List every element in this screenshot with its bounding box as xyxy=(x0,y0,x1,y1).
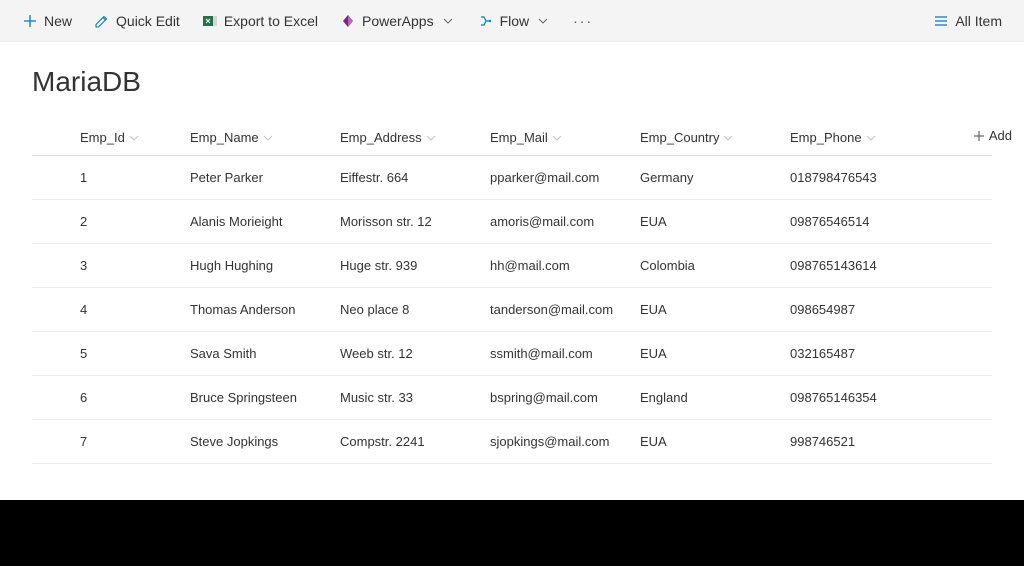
view-selector-button[interactable]: All Item xyxy=(923,7,1012,35)
chevron-down-icon xyxy=(866,133,876,143)
quick-edit-button[interactable]: Quick Edit xyxy=(84,7,190,35)
excel-icon xyxy=(202,13,218,29)
column-header-name[interactable]: Emp_Name xyxy=(190,130,273,145)
plus-icon xyxy=(22,13,38,29)
column-header-country[interactable]: Emp_Country xyxy=(640,130,733,145)
flow-button[interactable]: Flow xyxy=(468,7,562,35)
more-actions-button[interactable]: ··· xyxy=(563,7,603,35)
chevron-down-icon xyxy=(263,133,273,143)
new-label: New xyxy=(44,13,72,29)
cell-addr: Eiffestr. 664 xyxy=(332,170,482,185)
chevron-down-icon xyxy=(440,13,456,29)
column-header-mail[interactable]: Emp_Mail xyxy=(490,130,562,145)
list-icon xyxy=(933,13,949,29)
cell-name: Hugh Hughing xyxy=(182,258,332,273)
chevron-down-icon xyxy=(723,133,733,143)
cell-phone: 032165487 xyxy=(782,346,932,361)
cell-id: 6 xyxy=(32,390,182,405)
list-header: Emp_Id Emp_Name Emp_Address Emp_Mail xyxy=(32,122,992,156)
export-excel-button[interactable]: Export to Excel xyxy=(192,7,328,35)
list-body: 1Peter ParkerEiffestr. 664pparker@mail.c… xyxy=(32,156,992,464)
cell-phone: 098654987 xyxy=(782,302,932,317)
cell-addr: Morisson str. 12 xyxy=(332,214,482,229)
powerapps-button[interactable]: PowerApps xyxy=(330,7,466,35)
cell-country: England xyxy=(632,390,782,405)
add-column-button[interactable]: Add xyxy=(973,128,1012,143)
cell-name: Bruce Springsteen xyxy=(182,390,332,405)
cell-country: EUA xyxy=(632,434,782,449)
cell-id: 2 xyxy=(32,214,182,229)
column-header-address[interactable]: Emp_Address xyxy=(340,130,436,145)
plus-icon xyxy=(973,130,985,142)
table-row[interactable]: 4Thomas AndersonNeo place 8tanderson@mai… xyxy=(32,288,992,332)
cell-addr: Huge str. 939 xyxy=(332,258,482,273)
chevron-down-icon xyxy=(129,133,139,143)
cell-name: Peter Parker xyxy=(182,170,332,185)
chevron-down-icon xyxy=(552,133,562,143)
column-header-phone[interactable]: Emp_Phone xyxy=(790,130,876,145)
cell-mail: amoris@mail.com xyxy=(482,214,632,229)
cell-mail: pparker@mail.com xyxy=(482,170,632,185)
flow-label: Flow xyxy=(500,13,530,29)
cell-mail: ssmith@mail.com xyxy=(482,346,632,361)
cell-country: EUA xyxy=(632,214,782,229)
footer-area xyxy=(0,500,1024,566)
table-row[interactable]: 5Sava SmithWeeb str. 12ssmith@mail.comEU… xyxy=(32,332,992,376)
cell-mail: hh@mail.com xyxy=(482,258,632,273)
column-header-phone-label: Emp_Phone xyxy=(790,130,862,145)
cell-country: EUA xyxy=(632,302,782,317)
cell-addr: Music str. 33 xyxy=(332,390,482,405)
cell-id: 4 xyxy=(32,302,182,317)
command-bar: New Quick Edit Export to Excel PowerApps… xyxy=(0,0,1024,42)
list-view: Emp_Id Emp_Name Emp_Address Emp_Mail xyxy=(32,122,992,464)
cell-id: 5 xyxy=(32,346,182,361)
cell-phone: 018798476543 xyxy=(782,170,932,185)
cell-name: Sava Smith xyxy=(182,346,332,361)
cell-country: Germany xyxy=(632,170,782,185)
cell-phone: 09876546514 xyxy=(782,214,932,229)
chevron-down-icon xyxy=(426,133,436,143)
column-header-name-label: Emp_Name xyxy=(190,130,259,145)
flow-icon xyxy=(478,13,494,29)
column-header-country-label: Emp_Country xyxy=(640,130,719,145)
cell-country: Colombia xyxy=(632,258,782,273)
table-row[interactable]: 1Peter ParkerEiffestr. 664pparker@mail.c… xyxy=(32,156,992,200)
table-row[interactable]: 7Steve JopkingsCompstr. 2241sjopkings@ma… xyxy=(32,420,992,464)
cell-name: Thomas Anderson xyxy=(182,302,332,317)
cell-mail: sjopkings@mail.com xyxy=(482,434,632,449)
chevron-down-icon xyxy=(535,13,551,29)
quick-edit-label: Quick Edit xyxy=(116,13,180,29)
page-title: MariaDB xyxy=(32,66,992,98)
new-button[interactable]: New xyxy=(12,7,82,35)
cell-name: Alanis Morieight xyxy=(182,214,332,229)
cell-id: 7 xyxy=(32,434,182,449)
cell-phone: 098765146354 xyxy=(782,390,932,405)
add-column-label: Add xyxy=(989,128,1012,143)
export-excel-label: Export to Excel xyxy=(224,13,318,29)
column-header-mail-label: Emp_Mail xyxy=(490,130,548,145)
column-header-address-label: Emp_Address xyxy=(340,130,422,145)
cell-id: 3 xyxy=(32,258,182,273)
cell-phone: 998746521 xyxy=(782,434,932,449)
cell-addr: Neo place 8 xyxy=(332,302,482,317)
table-row[interactable]: 6Bruce SpringsteenMusic str. 33bspring@m… xyxy=(32,376,992,420)
edit-icon xyxy=(94,13,110,29)
column-header-id-label: Emp_Id xyxy=(80,130,125,145)
cell-name: Steve Jopkings xyxy=(182,434,332,449)
content-area: MariaDB Emp_Id Emp_Name Emp_Address xyxy=(0,42,1024,464)
cell-addr: Compstr. 2241 xyxy=(332,434,482,449)
cell-country: EUA xyxy=(632,346,782,361)
powerapps-icon xyxy=(340,13,356,29)
cell-addr: Weeb str. 12 xyxy=(332,346,482,361)
table-row[interactable]: 3Hugh HughingHuge str. 939hh@mail.comCol… xyxy=(32,244,992,288)
cell-mail: bspring@mail.com xyxy=(482,390,632,405)
cell-phone: 098765143614 xyxy=(782,258,932,273)
column-header-id[interactable]: Emp_Id xyxy=(80,130,139,145)
powerapps-label: PowerApps xyxy=(362,13,434,29)
cell-id: 1 xyxy=(32,170,182,185)
table-row[interactable]: 2Alanis MorieightMorisson str. 12amoris@… xyxy=(32,200,992,244)
cell-mail: tanderson@mail.com xyxy=(482,302,632,317)
view-selector-label: All Item xyxy=(955,13,1002,29)
